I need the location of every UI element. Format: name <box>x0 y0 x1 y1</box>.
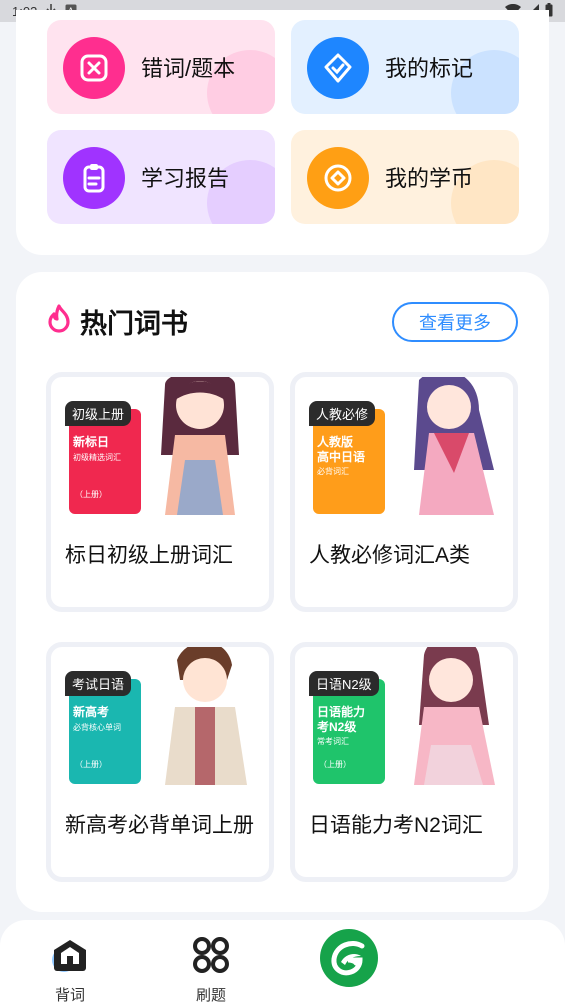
cover-volume: （上册） <box>75 490 107 499</box>
tile-label: 学习报告 <box>141 166 230 191</box>
book-card[interactable]: 人教版 高中日语 必背词汇 人教必修 人教必修词汇A类 <box>290 372 518 612</box>
tile-error-book[interactable]: 错词/题本 <box>47 20 275 114</box>
error-book-icon <box>63 37 125 99</box>
tile-label: 错词/题本 <box>141 56 236 81</box>
coin-icon <box>307 147 369 209</box>
character-illustration <box>379 647 511 785</box>
bottom-nav: 背词 刷题 <box>0 920 565 1004</box>
nav-memorize[interactable]: 背词 <box>35 936 105 1004</box>
character-illustration <box>135 647 267 785</box>
cover-subtitle: 必背核心单词 <box>73 723 121 732</box>
nav-label: 背词 <box>54 987 85 1004</box>
cover-subtitle: 初级精选词汇 <box>73 453 121 462</box>
hot-books-card: 热门词书 查看更多 新标日 初级精选词汇 （上册） 初级上册 标日初级上册词汇 <box>16 272 549 912</box>
tile-study-report[interactable]: 学习报告 <box>47 130 275 224</box>
book-tag: 初级上册 <box>65 401 132 426</box>
book-card[interactable]: 新标日 初级精选词汇 （上册） 初级上册 标日初级上册词汇 <box>46 372 274 612</box>
nav-practice[interactable]: 刷题 <box>176 936 246 1004</box>
report-icon <box>63 147 125 209</box>
app-logo-icon <box>319 928 379 993</box>
section-title: 热门词书 <box>80 309 188 339</box>
cover-title: 日语能力 考N2级 <box>317 705 366 734</box>
book-title: 标日初级上册词汇 <box>65 544 233 567</box>
cover-volume: （上册） <box>75 760 107 769</box>
cover-subtitle: 常考词汇 <box>317 737 349 746</box>
book-title: 人教必修词汇A类 <box>309 544 471 567</box>
book-tag: 考试日语 <box>65 671 132 696</box>
book-card[interactable]: 日语能力 考N2级 常考词汇 （上册） 日语N2级 日语能力考N2词汇 <box>290 642 518 882</box>
character-illustration <box>379 377 511 515</box>
book-tag: 人教必修 <box>309 401 376 426</box>
cover-volume: （上册） <box>319 760 351 769</box>
book-title: 新高考必背单词上册 <box>65 814 254 837</box>
quick-actions-card: 错词/题本 我的标记 学习报告 我的学币 <box>16 10 549 255</box>
view-more-button[interactable]: 查看更多 <box>392 302 518 342</box>
cover-title: 新标日 <box>73 435 110 449</box>
tile-label: 我的学币 <box>385 166 474 191</box>
book-card[interactable]: 新高考 必背核心单词 （上册） 考试日语 新高考必背单词上册 <box>46 642 274 882</box>
tile-my-marks[interactable]: 我的标记 <box>291 20 519 114</box>
book-tag: 日语N2级 <box>309 671 379 696</box>
character-illustration <box>135 377 267 515</box>
nav-app-logo[interactable] <box>314 928 384 993</box>
cover-title: 人教版 高中日语 <box>317 435 366 464</box>
book-title: 日语能力考N2词汇 <box>309 814 483 837</box>
nav-label: 刷题 <box>195 987 226 1004</box>
grid-practice-icon <box>192 936 230 979</box>
flame-icon <box>46 304 72 339</box>
home-memorize-icon <box>50 936 90 979</box>
tile-my-coins[interactable]: 我的学币 <box>291 130 519 224</box>
cover-title: 新高考 <box>73 705 110 719</box>
section-header: 热门词书 <box>46 302 188 341</box>
cover-subtitle: 必背词汇 <box>317 467 349 476</box>
tile-label: 我的标记 <box>385 56 474 81</box>
bookmark-icon <box>307 37 369 99</box>
